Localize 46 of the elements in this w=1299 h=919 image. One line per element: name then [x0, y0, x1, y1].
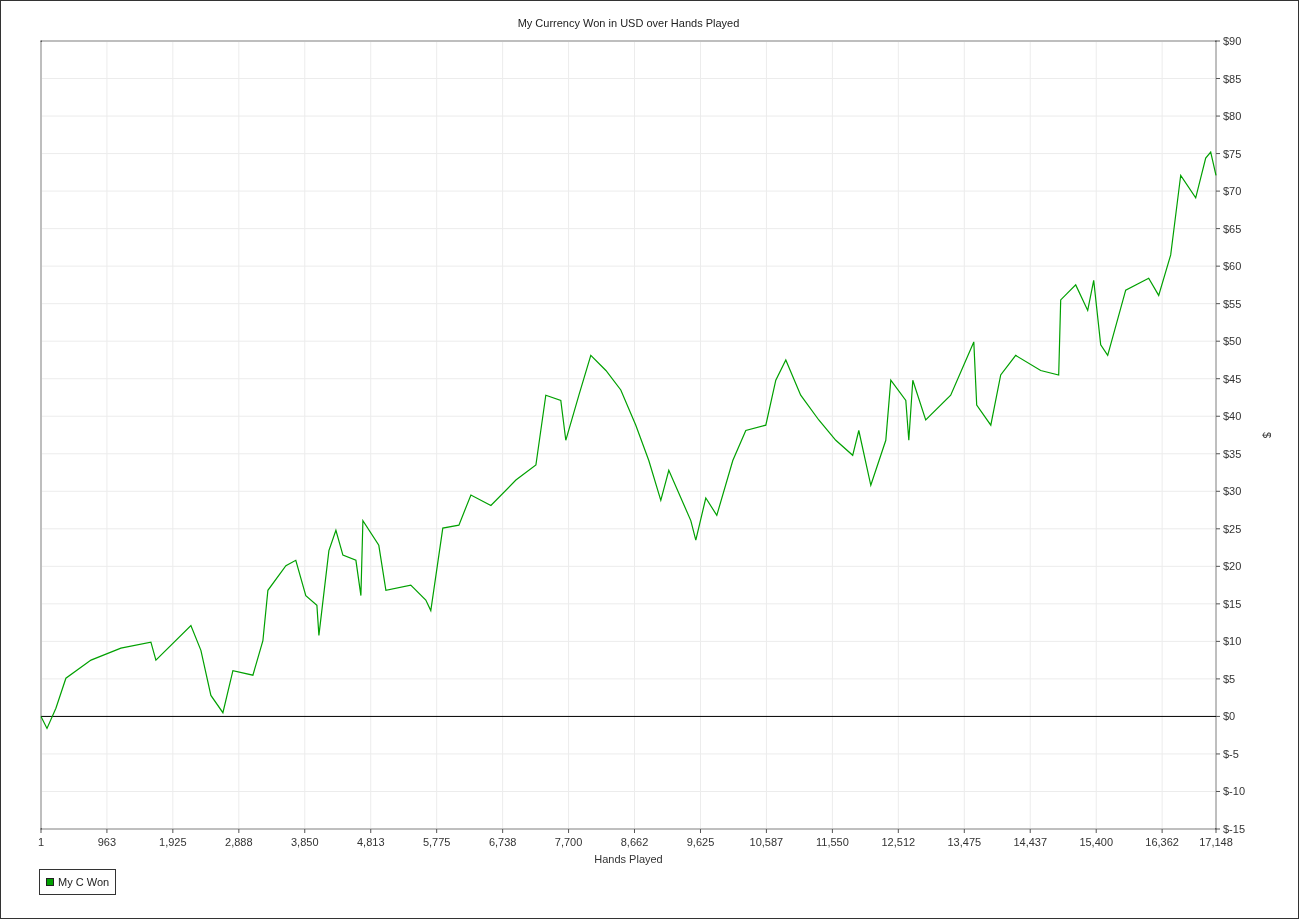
y-tick-label: $35 [1223, 447, 1242, 460]
y-tick-label: $-10 [1223, 785, 1246, 798]
x-tick-label: 6,738 [488, 836, 517, 848]
y-tick-label: $90 [1223, 35, 1242, 47]
x-tick-label: 5,775 [422, 836, 451, 848]
y-tick-label: $-15 [1223, 823, 1246, 835]
x-tick-label: 17,148 [1199, 836, 1233, 848]
x-tick-label: 4,813 [357, 836, 385, 848]
x-tick-label: 8,662 [620, 836, 649, 848]
y-tick-label: $-5 [1223, 747, 1239, 760]
y-tick-label: $75 [1223, 147, 1242, 160]
y-tick-label: $5 [1223, 672, 1236, 685]
x-tick-label: 9,625 [686, 836, 715, 848]
x-tick-label: 10,587 [749, 836, 784, 848]
x-tick-label: 15,400 [1079, 836, 1114, 848]
y-tick-label: $20 [1223, 560, 1242, 573]
y-tick-label: $0 [1223, 710, 1236, 723]
x-tick-label: 963 [97, 836, 117, 848]
y-tick-label: $10 [1223, 635, 1242, 648]
x-tick-label: 16,362 [1145, 836, 1179, 848]
x-tick-label: 2,888 [225, 836, 253, 848]
y-tick-label: $60 [1223, 260, 1242, 273]
y-tick-label: $15 [1223, 597, 1242, 610]
y-tick-label: $30 [1223, 485, 1242, 498]
y-tick-label: $80 [1223, 110, 1242, 123]
y-tick-label: $25 [1223, 522, 1242, 535]
x-tick-label: 3,850 [291, 836, 319, 848]
x-tick-label: 1,925 [159, 836, 187, 848]
x-tick-label: 14,437 [1013, 836, 1048, 848]
x-tick-label: 13,475 [947, 836, 982, 848]
legend-swatch [46, 878, 54, 886]
legend-label: My C Won [58, 874, 110, 890]
y-tick-label: $65 [1223, 222, 1242, 235]
y-tick-label: $70 [1223, 185, 1242, 198]
chart-title: My Currency Won in USD over Hands Played [517, 17, 740, 29]
y-axis-title: $ [1261, 431, 1273, 439]
x-tick-label: 7,700 [554, 836, 583, 848]
y-tick-label: $85 [1223, 72, 1242, 85]
y-tick-label: $40 [1223, 410, 1242, 423]
y-tick-label: $55 [1223, 297, 1242, 310]
x-tick-label: 12,512 [881, 836, 916, 848]
y-tick-label: $50 [1223, 335, 1242, 348]
x-tick-label: 11,550 [816, 836, 849, 848]
x-axis-title: Hands Played [594, 853, 663, 865]
y-tick-label: $45 [1223, 372, 1242, 385]
x-tick-label: 1 [37, 836, 45, 848]
